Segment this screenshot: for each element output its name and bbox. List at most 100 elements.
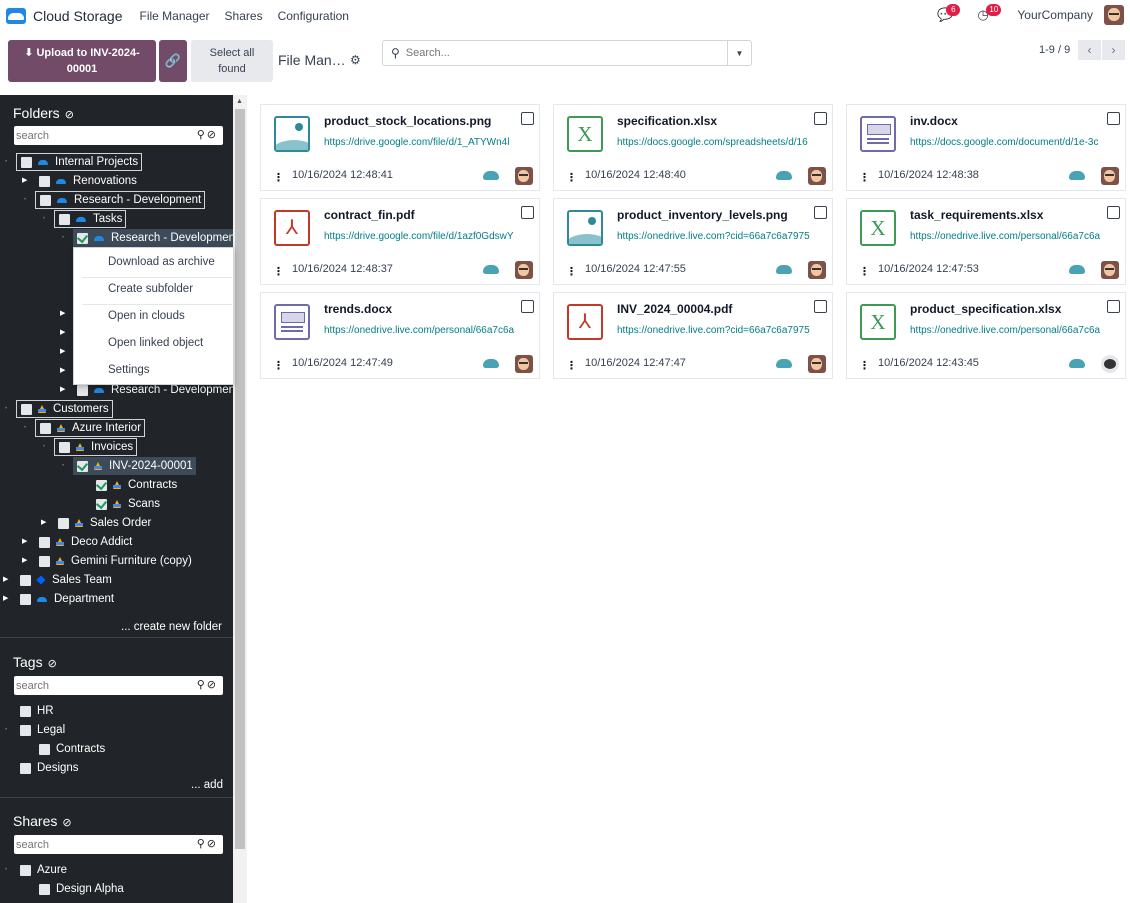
checkbox[interactable] [20, 574, 31, 586]
tree-node-renovations[interactable]: Renovations [35, 172, 137, 190]
tags-search-input[interactable] [14, 679, 189, 692]
add-link-button[interactable]: 🔗 [159, 40, 187, 82]
checkbox[interactable] [59, 213, 70, 225]
file-card[interactable]: ⅄ INV_2024_00004.pdf https://onedrive.li… [553, 292, 833, 379]
search-clear-icons[interactable]: ⚲⊘ [197, 837, 218, 850]
file-url[interactable]: https://onedrive.live.com?cid=66a7c6a797… [617, 231, 828, 242]
checkbox-checked[interactable] [77, 232, 88, 244]
menu-open-in-clouds[interactable]: Open in clouds [108, 310, 185, 322]
tree-node-research-development[interactable]: Research - Development [35, 191, 206, 209]
clear-filter-icon[interactable]: ⊘ [62, 817, 71, 829]
checkbox[interactable] [39, 883, 50, 895]
checkbox[interactable] [20, 762, 31, 774]
tree-node-inv-2024-00001[interactable]: INV-2024-00001 [73, 457, 196, 475]
tree-node-scans[interactable]: Scans [92, 495, 160, 513]
search-clear-icons[interactable]: ⚲⊘ [197, 128, 218, 141]
share-design-alpha[interactable]: Design Alpha [35, 880, 124, 898]
pager-value[interactable]: 1-9 / 9 [1039, 44, 1070, 56]
file-url[interactable]: https://docs.google.com/spreadsheets/d/1… [617, 137, 828, 148]
app-title[interactable]: Cloud Storage [33, 8, 123, 24]
file-checkbox[interactable] [521, 300, 534, 313]
file-url[interactable]: https://onedrive.live.com/personal/66a7c… [324, 325, 535, 336]
menu-settings[interactable]: Settings [108, 364, 150, 376]
expand-arrow-icon[interactable]: ▶ [22, 172, 27, 190]
tree-node-department[interactable]: Department [16, 590, 114, 608]
menu-create-subfolder[interactable]: Create subfolder [108, 283, 193, 295]
checkbox[interactable] [20, 593, 31, 605]
file-checkbox[interactable] [521, 206, 534, 219]
file-url[interactable]: https://onedrive.live.com/personal/66a7c… [910, 231, 1121, 242]
tree-node-internal-projects[interactable]: Internal Projects [16, 153, 143, 171]
add-tag-link[interactable]: ... add [191, 779, 223, 791]
file-checkbox[interactable] [814, 112, 827, 125]
file-card[interactable]: X task_requirements.xlsx https://onedriv… [846, 198, 1126, 285]
kebab-menu-icon[interactable]: ⋮ [566, 359, 577, 372]
scroll-up-arrow-icon[interactable]: ▲ [236, 98, 243, 105]
file-name[interactable]: INV_2024_00004.pdf [617, 302, 732, 316]
sidebar-scrollbar[interactable]: ▲ [233, 95, 247, 903]
checkbox[interactable] [58, 517, 69, 529]
kebab-menu-icon[interactable]: ⋮ [859, 265, 870, 278]
file-checkbox[interactable] [1107, 112, 1120, 125]
checkbox-checked[interactable] [77, 460, 88, 472]
checkbox-checked[interactable] [96, 479, 107, 491]
pager-previous-button[interactable]: ‹ [1078, 40, 1101, 60]
expand-arrow-icon[interactable]: ▶ [3, 590, 8, 608]
brand[interactable]: Cloud Storage [6, 8, 140, 24]
search-options-toggle[interactable]: ▼ [727, 41, 751, 65]
checkbox[interactable] [21, 403, 32, 415]
tree-node-sales-team[interactable]: Sales Team [16, 571, 112, 589]
expand-arrow-icon[interactable]: ▶ [3, 571, 8, 589]
clear-filter-icon[interactable]: ⊘ [48, 658, 57, 670]
tree-node-deco-addict[interactable]: Deco Addict [35, 533, 132, 551]
user-avatar[interactable] [1104, 5, 1124, 25]
checkbox[interactable] [20, 864, 31, 876]
checkbox[interactable] [39, 536, 50, 548]
tree-node-invoices[interactable]: Invoices [54, 438, 138, 456]
file-name[interactable]: trends.docx [324, 302, 392, 316]
select-all-button[interactable]: Select all found [191, 40, 273, 82]
file-name[interactable]: product_inventory_levels.png [617, 208, 788, 222]
share-azure[interactable]: Azure [16, 861, 67, 879]
file-name[interactable]: product_stock_locations.png [324, 114, 491, 128]
kebab-menu-icon[interactable]: ⋮ [566, 265, 577, 278]
checkbox[interactable] [20, 705, 31, 717]
expand-arrow-icon[interactable]: ▶ [22, 533, 27, 551]
kebab-menu-icon[interactable]: ⋮ [859, 171, 870, 184]
file-name[interactable]: specification.xlsx [617, 114, 717, 128]
file-card[interactable]: inv.docx https://docs.google.com/documen… [846, 104, 1126, 191]
file-url[interactable]: https://onedrive.live.com/personal/66a7c… [910, 325, 1121, 336]
expand-arrow-icon[interactable]: ▶ [60, 324, 65, 342]
expand-arrow-icon[interactable]: ▶ [60, 305, 65, 323]
messages-button[interactable]: 💬 6 [937, 4, 961, 22]
expand-arrow-icon[interactable]: ▶ [60, 362, 65, 380]
clear-filter-icon[interactable]: ⊘ [65, 109, 74, 121]
expand-arrow-icon[interactable]: ▶ [22, 552, 27, 570]
tag-legal[interactable]: Legal [16, 721, 65, 739]
file-name[interactable]: task_requirements.xlsx [910, 208, 1043, 222]
file-card[interactable]: trends.docx https://onedrive.live.com/pe… [260, 292, 540, 379]
expand-arrow-icon[interactable]: ▶ [60, 343, 65, 361]
tree-node-contracts[interactable]: Contracts [92, 476, 177, 494]
folders-search-input[interactable] [14, 129, 189, 142]
scroll-thumb[interactable] [235, 109, 245, 849]
checkbox[interactable] [39, 743, 50, 755]
menu-shares[interactable]: Shares [225, 9, 263, 23]
expand-arrow-icon[interactable]: ▶ [41, 514, 46, 532]
file-name[interactable]: inv.docx [910, 114, 958, 128]
tree-node-azure-interior[interactable]: Azure Interior [35, 419, 146, 437]
file-checkbox[interactable] [1107, 300, 1120, 313]
file-checkbox[interactable] [814, 300, 827, 313]
file-card[interactable]: product_inventory_levels.png https://one… [553, 198, 833, 285]
menu-file-manager[interactable]: File Manager [140, 9, 210, 23]
checkbox[interactable] [39, 175, 50, 187]
search-clear-icons[interactable]: ⚲⊘ [197, 678, 218, 691]
kebab-menu-icon[interactable]: ⋮ [273, 171, 284, 184]
pager-next-button[interactable]: › [1102, 40, 1125, 60]
checkbox[interactable] [40, 194, 51, 206]
file-checkbox[interactable] [521, 112, 534, 125]
tag-hr[interactable]: HR [16, 702, 54, 720]
kebab-menu-icon[interactable]: ⋮ [273, 359, 284, 372]
file-url[interactable]: https://docs.google.com/document/d/1e-3c [910, 137, 1121, 148]
gear-icon[interactable]: ⚙ [350, 53, 361, 67]
